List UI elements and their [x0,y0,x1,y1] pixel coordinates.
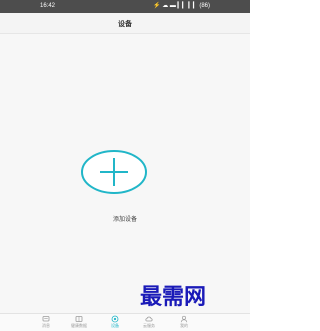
status-time: 16:42 [40,3,56,9]
tab-devices[interactable]: 设备 [97,315,133,331]
status-icons: ⚡ ☁ ▬ ▎▎ ▎▎ (86) [153,3,210,9]
add-device-label: 添加设备 [112,217,137,223]
tab-label: 消息 [42,323,50,328]
main-content: 添加设备 [0,34,250,314]
status-bar: 16:42 ⚡ ☁ ▬ ▎▎ ▎▎ (86) [0,0,250,13]
device-screen: 16:42 ⚡ ☁ ▬ ▎▎ ▎▎ (86) 设备 添加设备 最需网 消息 健康… [0,0,250,331]
health-data-icon [75,316,83,322]
plus-circle-icon [81,150,147,194]
message-icon [42,316,50,322]
tab-cloud-service[interactable]: 云服务 [131,315,167,331]
cloud-icon [145,316,153,322]
add-device-button[interactable] [80,149,148,195]
profile-icon [180,315,188,323]
tab-label: 云服务 [143,323,155,328]
tab-label: 健康数据 [71,323,87,328]
nav-bar: 设备 [0,13,250,34]
tab-label: 我的 [180,323,188,328]
tab-profile[interactable]: 我的 [166,315,202,331]
tab-label: 设备 [111,323,119,328]
bottom-tab-bar: 消息 健康数据 设备 云服务 我的 [0,313,250,331]
watermark-text: 最需网 [140,284,207,310]
tab-messages[interactable]: 消息 [28,315,64,331]
page-title: 设备 [118,21,132,28]
device-icon [111,315,119,323]
tab-health-data[interactable]: 健康数据 [61,315,97,331]
